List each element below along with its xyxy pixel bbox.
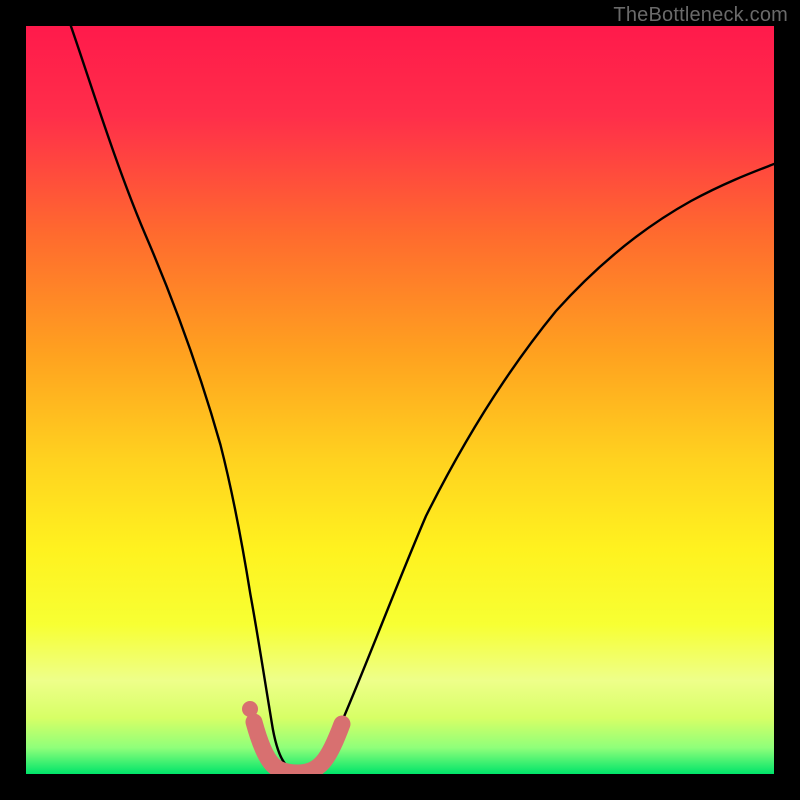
marker-dot (242, 701, 258, 717)
watermark-text: TheBottleneck.com (613, 4, 788, 27)
gradient-background (26, 26, 774, 774)
chart-frame: TheBottleneck.com (0, 0, 800, 800)
plot-area (26, 26, 774, 774)
chart-svg (26, 26, 774, 774)
